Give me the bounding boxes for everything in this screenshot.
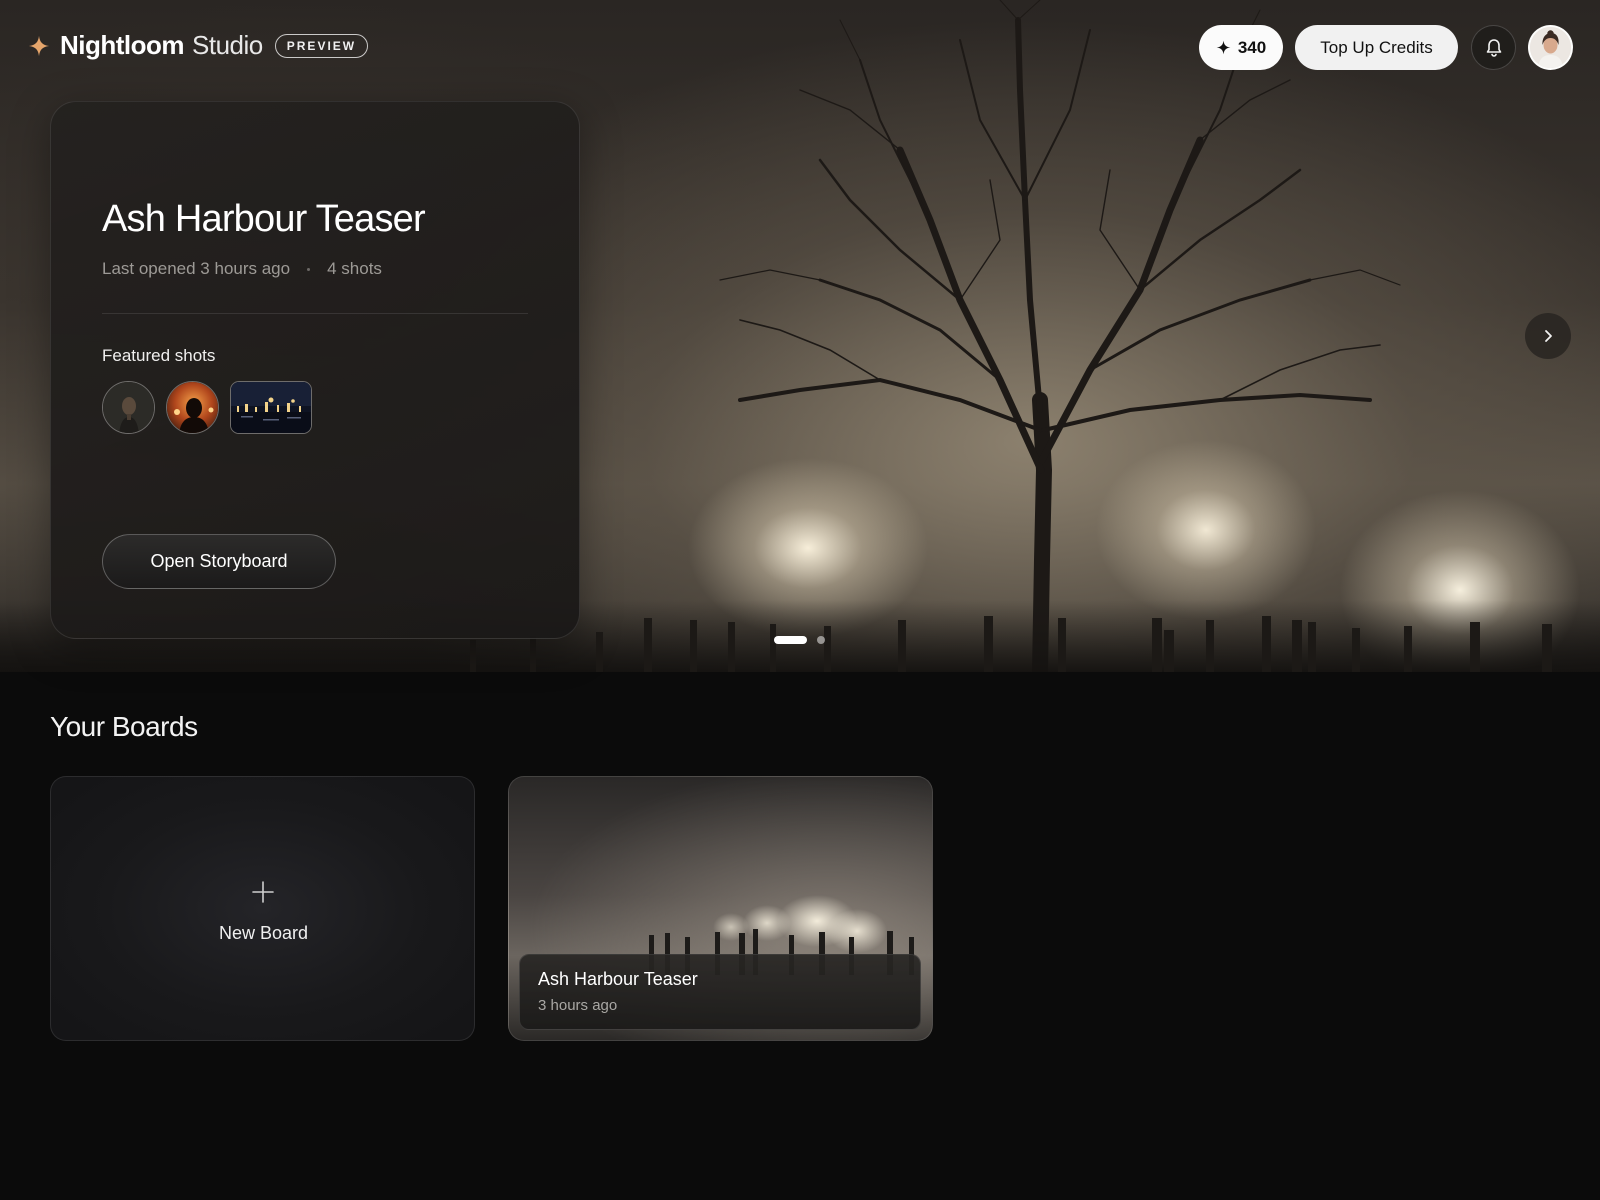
sparkle-icon bbox=[1216, 40, 1231, 55]
sparkle-logo-icon bbox=[28, 35, 50, 56]
credits-count: 340 bbox=[1237, 37, 1267, 57]
bell-icon bbox=[1486, 38, 1501, 57]
new-board-label: New Board bbox=[218, 923, 309, 943]
brand-sub: Studio bbox=[192, 30, 263, 60]
divider bbox=[102, 313, 528, 314]
featured-shots-label: Featured shots bbox=[102, 346, 216, 365]
carousel-dot[interactable] bbox=[817, 636, 825, 644]
board-card[interactable]: Ash Harbour Teaser 3 hours ago bbox=[508, 776, 933, 1041]
top-up-credits-button[interactable]: Top Up Credits bbox=[1295, 25, 1458, 70]
plus-icon bbox=[252, 881, 274, 903]
featured-board-card: Ash Harbour Teaser Last opened 3 hours a… bbox=[50, 101, 580, 639]
featured-board-title: Ash Harbour Teaser bbox=[102, 198, 426, 240]
avatar-image bbox=[1530, 27, 1571, 68]
last-opened-text: Last opened 3 hours ago bbox=[102, 259, 291, 278]
shot-count-text: 4 shots bbox=[327, 259, 382, 278]
carousel-dot-active[interactable] bbox=[774, 636, 807, 644]
silhouette-thumbnail-image bbox=[167, 382, 218, 433]
board-info-panel: Ash Harbour Teaser 3 hours ago bbox=[519, 954, 921, 1030]
board-last-edited: 3 hours ago bbox=[538, 997, 618, 1014]
carousel-pager bbox=[774, 636, 825, 644]
shot-thumbnail-portrait[interactable] bbox=[102, 381, 155, 434]
new-board-button[interactable]: New Board bbox=[50, 776, 475, 1041]
preview-badge: PREVIEW bbox=[274, 33, 369, 58]
top-bar: Nightloom Studio PREVIEW 340 Top Up Cred… bbox=[0, 0, 1600, 96]
notifications-button[interactable] bbox=[1471, 25, 1516, 70]
your-boards-heading: Your Boards bbox=[50, 711, 198, 742]
user-avatar[interactable] bbox=[1528, 25, 1573, 70]
featured-shots-list bbox=[102, 381, 323, 434]
harbour-thumbnail-image bbox=[231, 382, 311, 433]
shot-thumbnail-harbour[interactable] bbox=[230, 381, 312, 434]
chevron-right-icon bbox=[1545, 330, 1552, 342]
featured-board-meta: Last opened 3 hours ago 4 shots bbox=[102, 259, 382, 279]
shot-thumbnail-silhouette[interactable] bbox=[166, 381, 219, 434]
board-name: Ash Harbour Teaser bbox=[538, 969, 698, 989]
portrait-thumbnail-image bbox=[103, 382, 154, 433]
carousel-next-button[interactable] bbox=[1525, 313, 1571, 359]
brand-name: Nightloom bbox=[60, 30, 185, 60]
credits-balance-button[interactable]: 340 bbox=[1199, 25, 1283, 70]
brand-logo[interactable]: Nightloom Studio PREVIEW bbox=[28, 30, 369, 61]
open-storyboard-button[interactable]: Open Storyboard bbox=[102, 534, 336, 589]
meta-separator bbox=[307, 267, 311, 271]
